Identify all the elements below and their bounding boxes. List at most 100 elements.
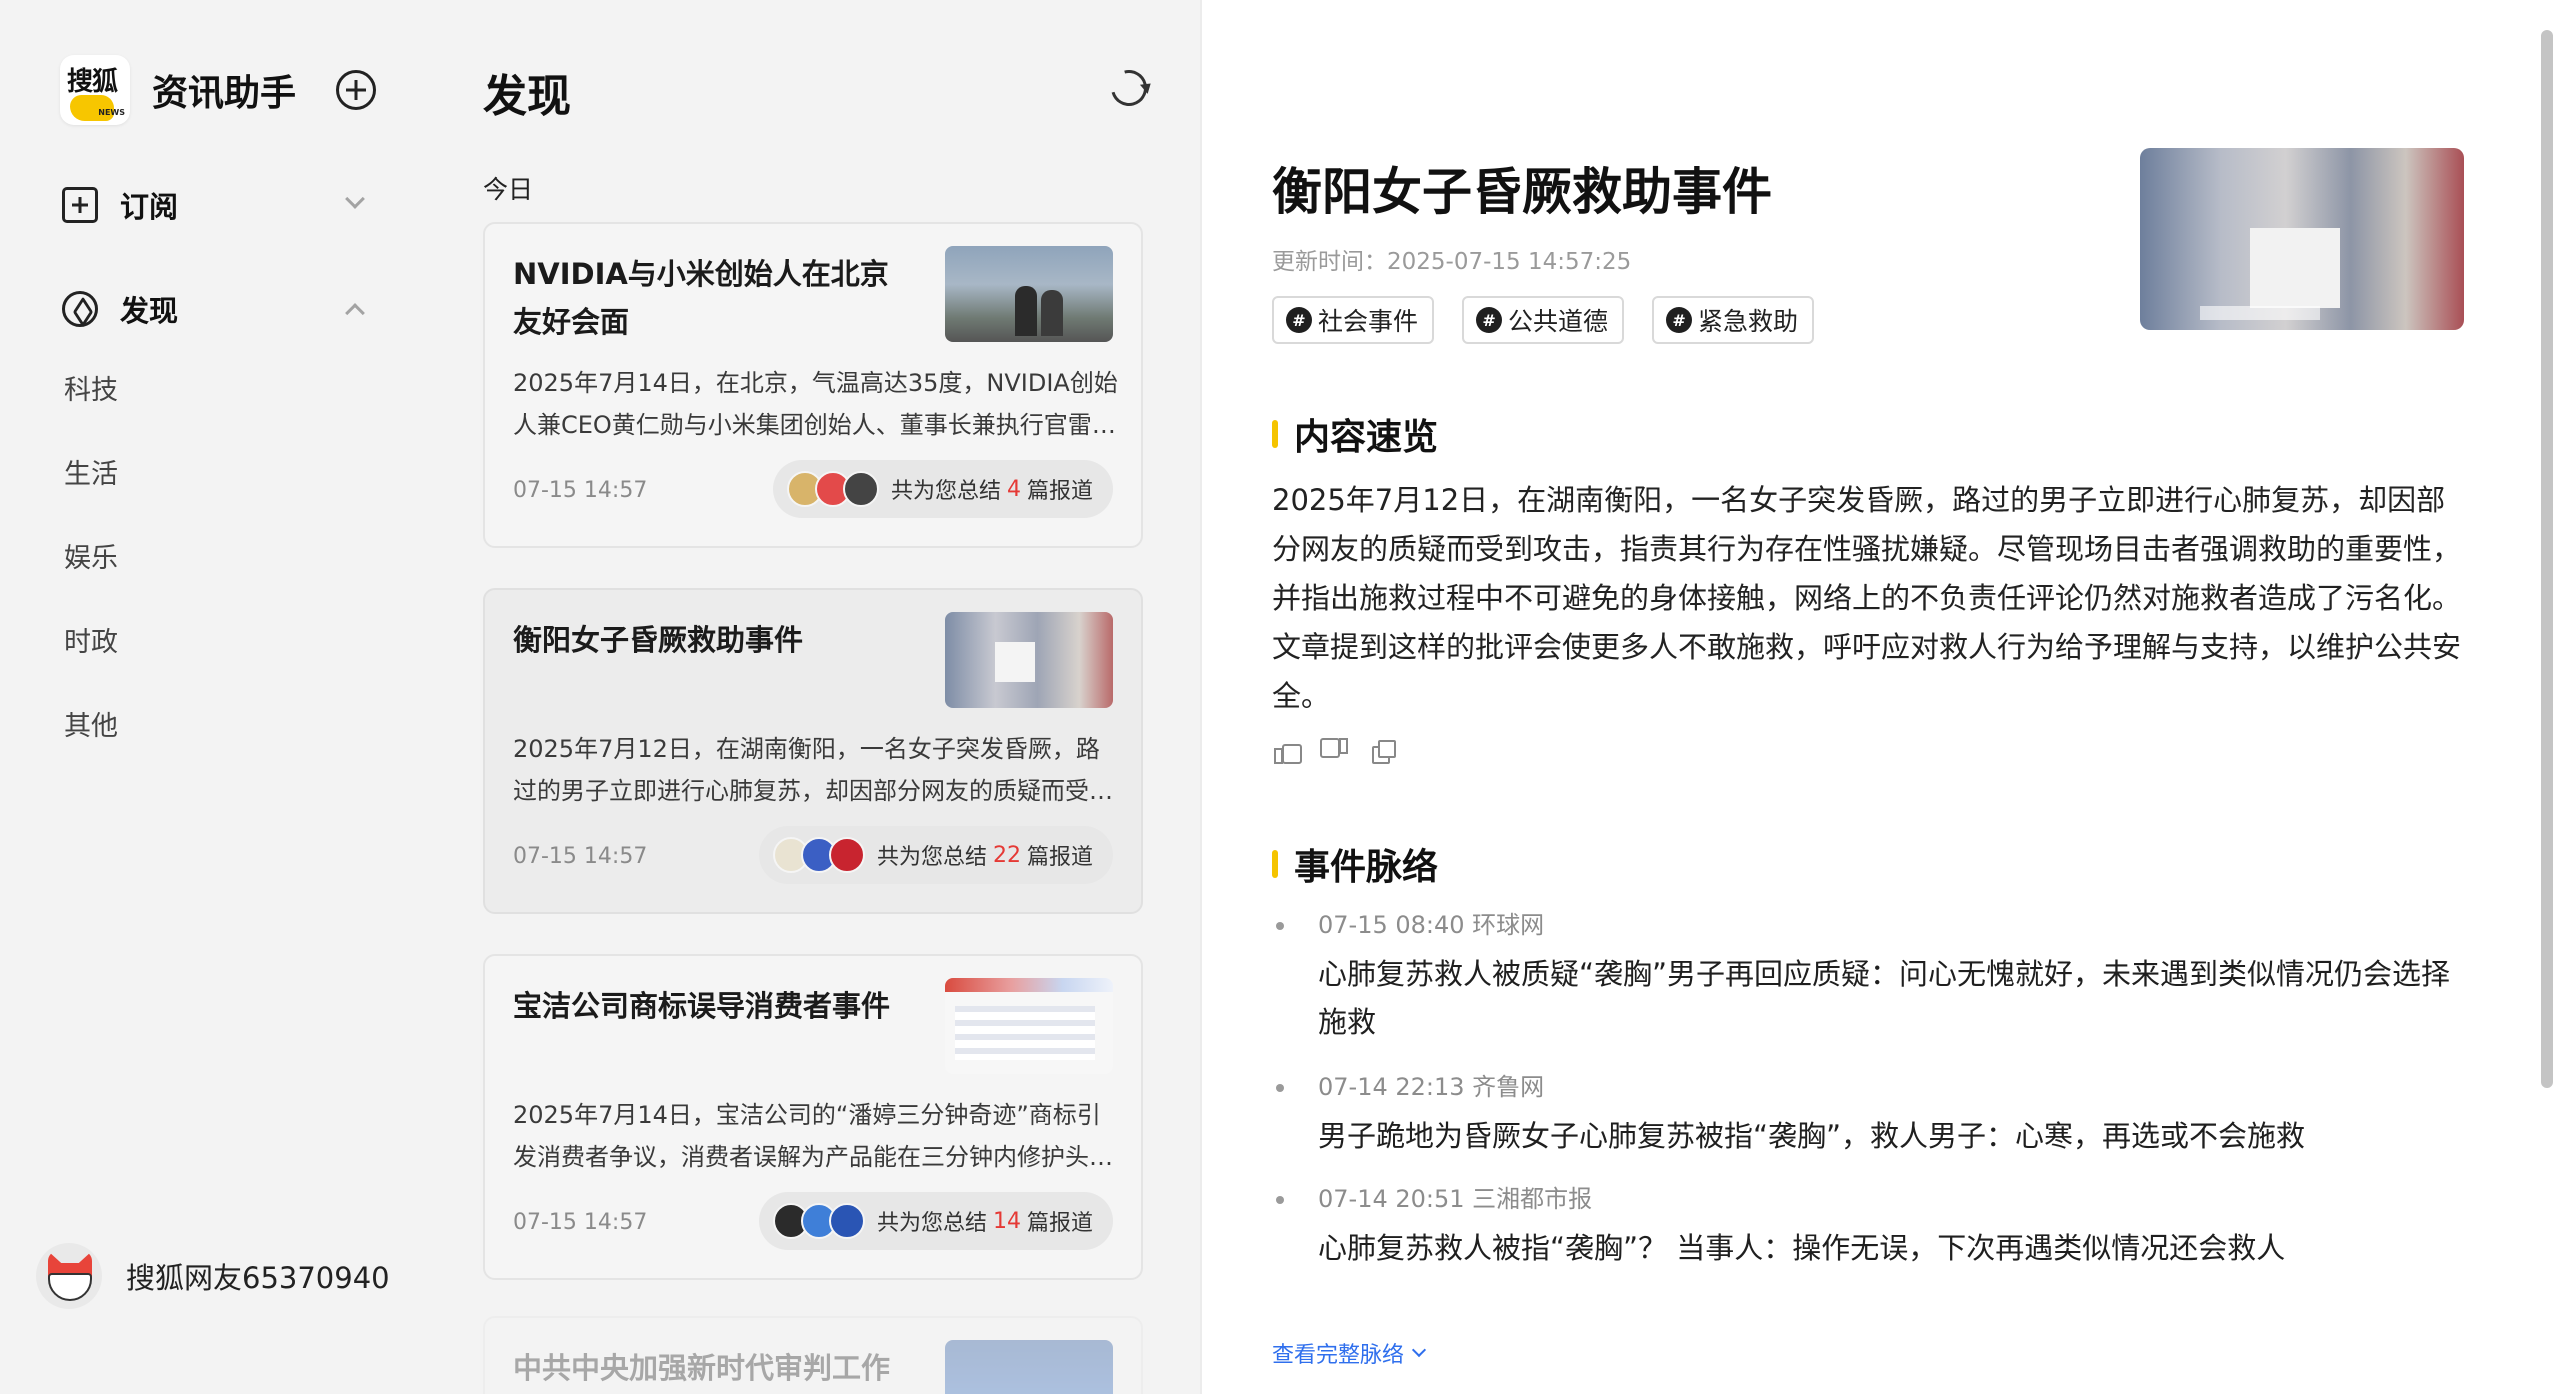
timeline-meta: 07-14 22:13 齐鲁网	[1318, 1073, 1545, 1101]
sources-suffix: 篇报道	[1026, 845, 1093, 870]
chevron-up-icon[interactable]	[345, 303, 365, 323]
logo-text: 搜狐	[67, 67, 118, 97]
copy-icon[interactable]	[1370, 738, 1396, 764]
source-avatar	[828, 1203, 865, 1239]
updated-time: 更新时间：2025-07-15 14:57:25	[1272, 249, 1632, 275]
category-politics[interactable]: 时政	[64, 620, 118, 659]
category-other[interactable]: 其他	[64, 704, 118, 743]
add-icon[interactable]	[336, 70, 376, 110]
category-tech[interactable]: 科技	[64, 368, 118, 407]
card-time: 07-15 14:57	[513, 478, 648, 503]
timeline-headline[interactable]: 心肺复苏救人被质疑“袭胸”男子再回应质疑：问心无愧就好，未来遇到类似情况仍会选择…	[1318, 950, 2472, 1046]
card-title: 衡阳女子昏厥救助事件	[513, 623, 804, 657]
sources-suffix: 篇报道	[1026, 1211, 1093, 1236]
overview-text: 2025年7月12日，在湖南衡阳，一名女子突发昏厥，路过的男子立即进行心肺复苏，…	[1272, 483, 2462, 713]
hash-icon: #	[1476, 307, 1503, 333]
timeline-item: 07-14 22:13 齐鲁网 男子跪地为昏厥女子心肺复苏被指“袭胸”，救人男子…	[1272, 1068, 2472, 1160]
tag-label: 公共道德	[1508, 307, 1609, 336]
nav-discover[interactable]: 发现	[62, 284, 372, 334]
sources-prefix: 共为您总结	[890, 479, 1001, 504]
timeline-dot	[1276, 1196, 1284, 1204]
timeline-headline[interactable]: 男子跪地为昏厥女子心肺复苏被指“袭胸”，救人男子：心寒，再选或不会施救	[1318, 1112, 2472, 1160]
section-accent-bar	[1272, 850, 1278, 878]
timeline-item: 07-15 08:40 环球网 心肺复苏救人被质疑“袭胸”男子再回应质疑：问心无…	[1272, 906, 2472, 1046]
timeline-heading: 事件脉络	[1272, 842, 1438, 888]
feedback-actions	[1274, 738, 1418, 764]
tag-list: # 社会事件 # 公共道德 # 紧急救助	[1272, 296, 1842, 344]
hash-icon: #	[1286, 307, 1312, 333]
sidebar: 搜狐 NEWS 资讯助手 订阅 发现 科技 生活 娱乐 时政 其他 搜狐网友65…	[0, 0, 427, 1394]
card-thumbnail	[945, 612, 1113, 708]
news-card[interactable]: 宝洁公司商标误导消费者事件 2025年7月14日，宝洁公司的“潘婷三分钟奇迹”商…	[483, 954, 1143, 1280]
tag[interactable]: # 社会事件	[1272, 296, 1435, 344]
card-summary: 2025年7月14日，宝洁公司的“潘婷三分钟奇迹”商标引发消费者争议，消费者误解…	[513, 1101, 1101, 1171]
timeline-title: 事件脉络	[1294, 847, 1439, 888]
logo-sub: NEWS	[98, 108, 125, 117]
card-title: NVIDIA与小米创始人在北京友好会面	[513, 257, 889, 339]
refresh-icon[interactable]	[1104, 63, 1154, 113]
user-name: 搜狐网友65370940	[126, 1261, 390, 1295]
subscribe-icon	[62, 187, 98, 223]
card-summary: 2025年7月12日，在湖南衡阳，一名女子突发昏厥，路过的男子立即进行心肺复苏，…	[513, 735, 1113, 805]
avatar	[36, 1243, 102, 1309]
news-card[interactable]: NVIDIA与小米创始人在北京友好会面 2025年7月14日，在北京，气温高达3…	[483, 222, 1143, 548]
sources-summary[interactable]: 共为您总结 4 篇报道	[772, 460, 1113, 518]
source-avatar	[842, 471, 879, 507]
card-title: 宝洁公司商标误导消费者事件	[513, 989, 891, 1023]
overview-title: 内容速览	[1294, 417, 1439, 458]
view-full-timeline-link[interactable]: 查看完整脉络	[1272, 1337, 1427, 1369]
chevron-down-icon[interactable]	[345, 189, 365, 209]
app-title: 资讯助手	[152, 73, 297, 114]
detail-image[interactable]	[2140, 148, 2464, 330]
card-title: 中共中央加强新时代审判工作	[513, 1351, 891, 1385]
sources-count: 14	[992, 1208, 1021, 1234]
detail-title: 衡阳女子昏厥救助事件	[1272, 163, 1772, 221]
card-summary: 2025年7月14日，在北京，气温高达35度，NVIDIA创始人兼CEO黄仁勋与…	[513, 369, 1118, 439]
fox-face	[48, 1273, 92, 1301]
app-logo: 搜狐 NEWS	[60, 55, 130, 125]
thumb-down-icon[interactable]	[1322, 738, 1348, 764]
thumb-up-icon[interactable]	[1274, 738, 1302, 764]
timeline-item: 07-14 20:51 三湘都市报 心肺复苏救人被指“袭胸”？ 当事人：操作无误…	[1272, 1180, 2472, 1272]
source-avatar	[828, 837, 865, 873]
tag[interactable]: # 公共道德	[1462, 296, 1625, 344]
sources-count: 4	[1006, 476, 1021, 502]
chevron-down-icon	[1411, 1342, 1427, 1358]
sources-count: 22	[992, 842, 1021, 868]
sources-summary[interactable]: 共为您总结 14 篇报道	[758, 1192, 1113, 1250]
more-link-label: 查看完整脉络	[1272, 1343, 1405, 1368]
timeline-meta: 07-14 20:51 三湘都市报	[1318, 1185, 1593, 1213]
timeline-dot	[1276, 922, 1284, 930]
card-thumbnail	[945, 1340, 1113, 1394]
timeline-headline[interactable]: 心肺复苏救人被指“袭胸”？ 当事人：操作无误，下次再遇类似情况还会救人	[1318, 1224, 2472, 1272]
news-card[interactable]: 中共中央加强新时代审判工作	[483, 1316, 1143, 1394]
sources-prefix: 共为您总结	[876, 845, 987, 870]
card-time: 07-15 14:57	[513, 844, 648, 869]
page-title: 发现	[483, 71, 571, 122]
source-avatars	[786, 471, 879, 507]
tag-label: 社会事件	[1318, 307, 1419, 336]
category-entertainment[interactable]: 娱乐	[64, 536, 118, 575]
event-timeline: 07-15 08:40 环球网 心肺复苏救人被质疑“袭胸”男子再回应质疑：问心无…	[1272, 906, 2472, 1272]
news-card-active[interactable]: 衡阳女子昏厥救助事件 2025年7月12日，在湖南衡阳，一名女子突发昏厥，路过的…	[483, 588, 1143, 914]
hash-icon: #	[1666, 307, 1693, 333]
sources-summary[interactable]: 共为您总结 22 篇报道	[758, 826, 1113, 884]
user-profile[interactable]: 搜狐网友65370940	[36, 1243, 390, 1309]
sources-prefix: 共为您总结	[876, 1211, 987, 1236]
section-accent-bar	[1272, 420, 1278, 448]
card-time: 07-15 14:57	[513, 1210, 648, 1235]
brand: 搜狐 NEWS 资讯助手	[60, 55, 296, 125]
scrollbar[interactable]	[2541, 30, 2553, 1088]
category-life[interactable]: 生活	[64, 452, 118, 491]
nav-discover-label: 发现	[120, 294, 179, 328]
date-group-label: 今日	[483, 175, 534, 204]
sources-suffix: 篇报道	[1026, 479, 1093, 504]
timeline-dot	[1276, 1084, 1284, 1092]
detail-panel: 衡阳女子昏厥救助事件 更新时间：2025-07-15 14:57:25 # 社会事…	[1200, 0, 2558, 1394]
timeline-meta: 07-15 08:40 环球网	[1318, 911, 1545, 939]
nav-subscribe-label: 订阅	[120, 190, 179, 224]
tag[interactable]: # 紧急救助	[1652, 296, 1815, 344]
overview-heading: 内容速览	[1272, 412, 1438, 458]
nav-subscribe[interactable]: 订阅	[62, 180, 372, 230]
compass-icon	[62, 291, 98, 327]
